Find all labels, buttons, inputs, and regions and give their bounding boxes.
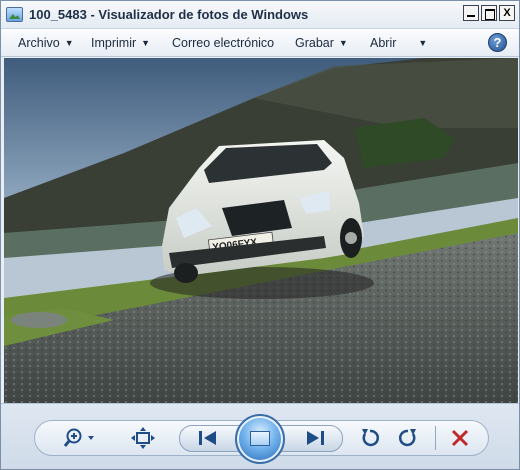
help-icon[interactable]: ? [488,33,507,52]
menu-grabar[interactable]: Grabar ▼ [295,36,348,50]
menu-imprimir[interactable]: Imprimir ▼ [91,36,150,50]
chevron-down-icon: ▼ [418,38,428,48]
window-controls: X [463,5,515,21]
chevron-down-icon: ▼ [64,38,74,48]
actual-size-icon[interactable] [131,427,155,449]
menu-correo-label: Correo electrónico [172,36,275,50]
control-bar [1,403,519,469]
menu-bar: Archivo ▼ Imprimir ▼ Correo electrónico Gr… [1,29,519,57]
close-button[interactable]: X [499,5,515,21]
title-bar[interactable]: 100_5483 - Visualizador de fotos de Wind… [1,1,519,29]
menu-abrir-label: Abrir [370,36,397,50]
photo-viewer-window: 100_5483 - Visualizador de fotos de Wind… [0,0,520,470]
slideshow-button[interactable] [235,414,285,464]
menu-abrir[interactable]: Abrir ▼ [370,36,427,50]
delete-icon[interactable] [449,427,471,449]
photo-viewer-icon [6,7,23,22]
toolbar-separator [435,426,436,450]
menu-correo-electronico[interactable]: Correo electrónico [172,36,274,50]
photo-display[interactable]: YO06FYX [4,58,518,403]
previous-icon[interactable] [197,428,219,448]
menu-imprimir-label: Imprimir [91,36,137,50]
rotate-counterclockwise-icon[interactable] [359,427,381,449]
minimize-button[interactable] [463,5,479,21]
chevron-down-icon: ▼ [338,38,348,48]
chevron-down-icon: ▼ [141,38,151,48]
menu-archivo[interactable]: Archivo ▼ [18,36,74,50]
window-title: 100_5483 - Visualizador de fotos de Wind… [29,7,309,22]
menu-archivo-label: Archivo [18,36,60,50]
zoom-icon[interactable] [64,427,98,449]
next-icon[interactable] [304,428,326,448]
maximize-button[interactable] [481,5,497,21]
slideshow-icon [250,431,270,446]
rotate-clockwise-icon[interactable] [397,427,419,449]
car-photo: YO06FYX [4,58,518,403]
menu-grabar-label: Grabar [295,36,334,50]
